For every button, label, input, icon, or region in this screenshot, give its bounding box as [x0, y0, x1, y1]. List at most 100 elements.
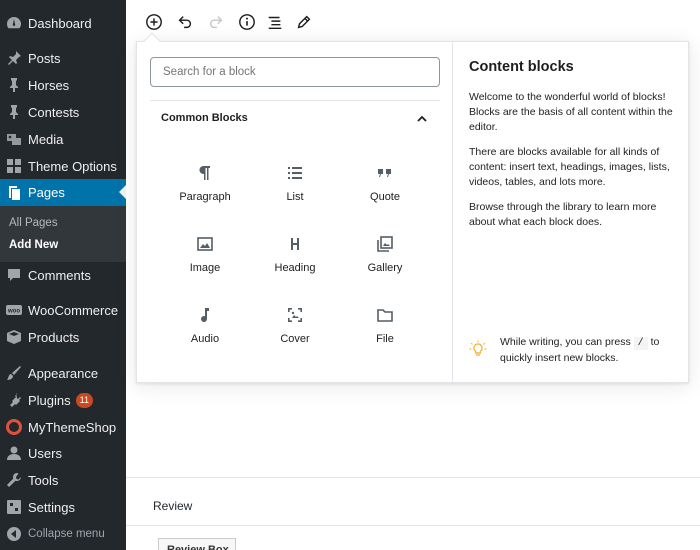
pin-icon [6, 77, 22, 93]
inserter-help-panel: Content blocks Welcome to the wonderful … [452, 42, 688, 382]
sidebar-item-horses[interactable]: Horses [0, 72, 126, 98]
wp-admin-screen: Dashboard Posts Horses Contests Media Th… [0, 0, 700, 550]
submenu-all-pages[interactable]: All Pages [9, 217, 58, 229]
block-label: Image [189, 262, 221, 274]
plug-icon [6, 392, 22, 408]
paragraph-icon [199, 166, 210, 180]
sidebar-item-label: Pages [28, 185, 65, 200]
admin-sidebar: Dashboard Posts Horses Contests Media Th… [0, 0, 126, 550]
sidebar-item-label: WooCommerce [28, 302, 119, 318]
edit-mode-button[interactable] [293, 11, 315, 33]
help-paragraph-2: There are blocks available for all kinds… [469, 146, 670, 188]
pin-icon [6, 104, 22, 120]
block-video[interactable] [161, 368, 249, 382]
sidebar-item-posts[interactable]: Posts [0, 45, 126, 71]
block-quote[interactable]: Quote [341, 155, 429, 211]
comment-icon [6, 267, 22, 283]
block-search-input[interactable] [150, 57, 440, 87]
block-label: List [286, 191, 304, 203]
review-box-tab[interactable]: Review Box [158, 538, 236, 550]
lifebuoy-icon [6, 419, 22, 435]
sidebar-item-users[interactable]: Users [0, 440, 126, 466]
sidebar-item-label: MyThemeShop [28, 419, 117, 435]
sidebar-item-contests[interactable]: Contests [0, 99, 126, 125]
sidebar-item-label: Appearance [28, 365, 99, 381]
sidebar-item-theme-options[interactable]: Theme Options [0, 153, 126, 179]
collapse-menu-button[interactable]: Collapse menu [0, 521, 126, 547]
wrench-icon [6, 472, 22, 488]
divider [126, 477, 700, 478]
sidebar-item-comments[interactable]: Comments [0, 262, 126, 288]
sidebar-item-label: Posts [28, 50, 61, 66]
block-image[interactable]: Image [161, 226, 249, 282]
add-block-button[interactable] [143, 11, 165, 33]
review-metabox-title[interactable]: Review [153, 499, 192, 513]
info-button[interactable] [236, 11, 258, 33]
undo-icon [178, 16, 192, 29]
svg-text:woo: woo [7, 309, 20, 315]
block-audio[interactable]: Audio [161, 297, 249, 353]
block-inserter-popover: Common Blocks Paragraph List Quote [136, 41, 689, 383]
block-navigation-button[interactable] [264, 11, 286, 33]
pages-submenu: All Pages Add New [0, 206, 126, 262]
media-icon [6, 131, 22, 147]
block-gallery[interactable]: Gallery [341, 226, 429, 282]
lightbulb-icon [469, 340, 487, 356]
common-blocks-panel-title[interactable]: Common Blocks [161, 112, 429, 126]
sidebar-item-label: Plugins [28, 392, 71, 408]
sidebar-item-appearance[interactable]: Appearance [0, 360, 126, 386]
edit-icon [297, 15, 311, 29]
sidebar-item-label: Users [28, 445, 62, 461]
block-label: File [376, 333, 394, 345]
box-icon [6, 329, 22, 345]
divider [126, 525, 700, 526]
sidebar-item-label: Horses [28, 77, 70, 93]
block-heading[interactable]: Heading [251, 226, 339, 282]
sidebar-item-label: Theme Options [28, 158, 117, 174]
sidebar-item-label: Products [28, 329, 80, 345]
block-cover[interactable]: Cover [251, 297, 339, 353]
block-label: Paragraph [179, 191, 231, 203]
cover-icon [288, 308, 302, 322]
inserter-block-list: Common Blocks Paragraph List Quote [137, 42, 453, 382]
divider [150, 100, 440, 101]
block-file[interactable]: File [341, 297, 429, 353]
block-list[interactable]: List [251, 155, 339, 211]
sidebar-item-label: Tools [28, 472, 59, 488]
undo-button[interactable] [174, 11, 196, 33]
sidebar-item-products[interactable]: Products [0, 324, 126, 350]
sidebar-item-mythemeshop[interactable]: MyThemeShop [0, 414, 126, 440]
add-block-icon [146, 14, 162, 30]
redo-icon [209, 16, 223, 29]
sidebar-item-plugins[interactable]: Plugins 11 [0, 387, 126, 413]
tip-shortcut-key: / [633, 337, 648, 350]
tip-text-before: While writing, you can press [500, 336, 631, 348]
pages-icon [6, 185, 22, 201]
sidebar-item-tools[interactable]: Tools [0, 467, 126, 493]
editor-toolbar [126, 0, 700, 44]
help-paragraph-1: Welcome to the wonderful world of blocks… [469, 91, 673, 133]
plugins-update-badge: 11 [75, 392, 93, 408]
help-tip: While writing, you can press / to quickl… [500, 335, 680, 366]
sidebar-item-label: Media [28, 131, 64, 147]
block-label: Heading [274, 262, 316, 274]
block-label: Cover [280, 333, 310, 345]
redo-button[interactable] [205, 11, 227, 33]
sidebar-item-settings[interactable]: Settings [0, 494, 126, 520]
sidebar-item-media[interactable]: Media [0, 126, 126, 152]
block-paragraph[interactable]: Paragraph [161, 155, 249, 211]
sidebar-item-pages[interactable]: Pages [0, 179, 126, 206]
chevron-up-icon[interactable] [415, 112, 429, 126]
info-icon [239, 14, 255, 30]
grid-icon [6, 158, 22, 174]
help-title: Content blocks [469, 59, 574, 75]
sidebar-item-woocommerce[interactable]: woo WooCommerce [0, 297, 126, 323]
sidebar-item-dashboard[interactable]: Dashboard [0, 10, 126, 36]
quote-icon [378, 169, 391, 177]
submenu-add-new[interactable]: Add New [9, 239, 58, 251]
woo-icon: woo [6, 302, 22, 318]
image-icon [197, 237, 213, 251]
outline-icon [268, 16, 282, 30]
block-editor: Common Blocks Paragraph List Quote [126, 0, 700, 550]
sidebar-item-label: Settings [28, 499, 75, 515]
